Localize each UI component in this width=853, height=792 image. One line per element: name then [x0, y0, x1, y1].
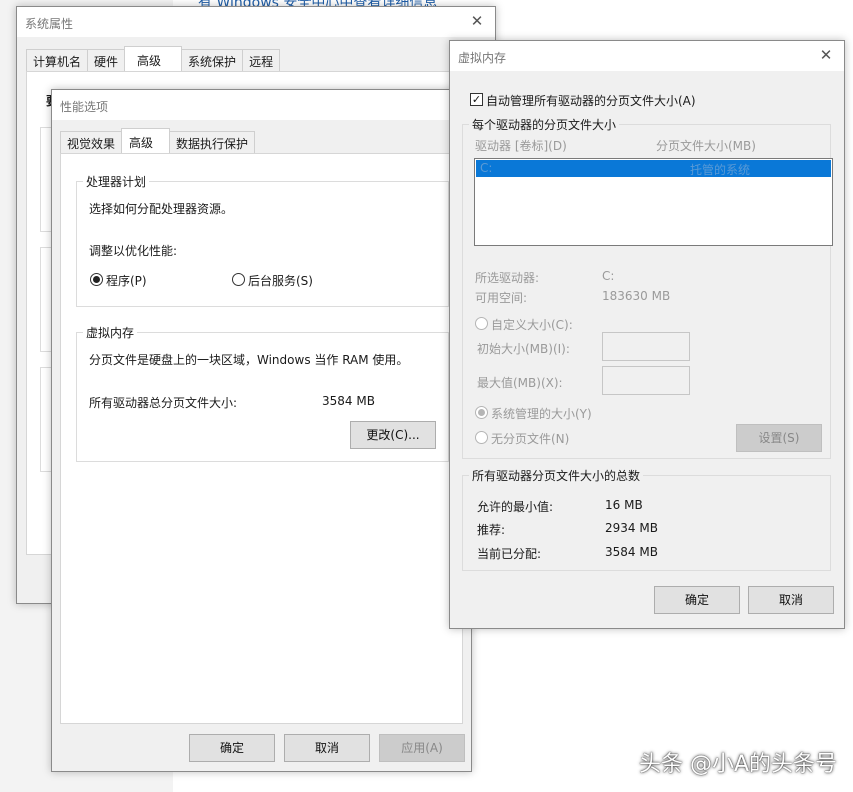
initial-size-label: 初始大小(MB)(I): — [477, 342, 570, 356]
virtual-memory-window: 虚拟内存 ✕ ✓ 自动管理所有驱动器的分页文件大小(A) 每个驱动器的分页文件大… — [449, 40, 845, 629]
virtual-memory-title: 虚拟内存 — [458, 51, 507, 65]
tab-advanced-perf[interactable]: 高级 — [121, 128, 171, 153]
tab-dep[interactable]: 数据执行保护 — [169, 131, 256, 153]
virtual-memory-group: 虚拟内存 分页文件是硬盘上的一块区域，Windows 当作 RAM 使用。 所有… — [76, 324, 449, 462]
background-services-radio[interactable] — [232, 273, 245, 286]
per-drive-group: 每个驱动器的分页文件大小 驱动器 [卷标](D) 分页文件大小(MB) C: 托… — [462, 116, 833, 459]
tab-system-protection[interactable]: 系统保护 — [181, 49, 244, 71]
drive-column-header: 驱动器 [卷标](D) — [475, 139, 567, 153]
initial-size-input[interactable] — [602, 332, 690, 361]
per-drive-group-title: 每个驱动器的分页文件大小 — [469, 116, 620, 133]
performance-options-tabs: 视觉效果 高级 数据执行保护 — [60, 128, 256, 153]
vm-cancel-button[interactable]: 取消 — [748, 586, 834, 614]
free-space-label: 可用空间: — [475, 291, 528, 305]
system-managed-radio[interactable] — [475, 406, 488, 419]
perf-ok-button[interactable]: 确定 — [189, 734, 275, 762]
virtual-memory-group-title: 虚拟内存 — [83, 324, 138, 341]
free-space-value: 183630 MB — [602, 289, 671, 303]
auto-manage-label[interactable]: 自动管理所有驱动器的分页文件大小(A) — [486, 92, 696, 109]
current-label: 当前已分配: — [477, 547, 542, 561]
programs-radio[interactable] — [90, 273, 103, 286]
drive-list-row-size: 托管的系统 — [690, 163, 751, 177]
recommended-label: 推荐: — [477, 523, 506, 537]
max-size-input[interactable] — [602, 366, 690, 395]
system-properties-tabs: 计算机名 硬件 高级 系统保护 远程 — [26, 46, 281, 71]
system-properties-titlebar: 系统属性 ✕ — [17, 7, 495, 37]
auto-manage-checkbox[interactable]: ✓ — [470, 93, 483, 106]
selected-drive-label: 所选驱动器: — [475, 271, 540, 285]
perf-cancel-button[interactable]: 取消 — [284, 734, 370, 762]
performance-options-titlebar: 性能选项 — [52, 90, 471, 120]
performance-options-title: 性能选项 — [60, 100, 109, 114]
drive-list-row[interactable]: C: 托管的系统 — [476, 160, 831, 177]
max-size-label: 最大值(MB)(X): — [477, 376, 563, 390]
drive-list-row-drive: C: — [480, 161, 493, 175]
processor-scheduling-group: 处理器计划 选择如何分配处理器资源。 调整以优化性能: 程序(P) 后台服务(S… — [76, 173, 449, 307]
tab-visual-effects[interactable]: 视觉效果 — [60, 131, 123, 153]
total-paging-value: 3584 MB — [322, 394, 375, 408]
totals-group-title: 所有驱动器分页文件大小的总数 — [469, 467, 644, 484]
totals-group: 所有驱动器分页文件大小的总数 允许的最小值: 16 MB 推荐: 2934 MB… — [462, 467, 831, 571]
change-button[interactable]: 更改(C)... — [350, 421, 436, 449]
tab-hardware[interactable]: 硬件 — [87, 49, 126, 71]
drive-list[interactable]: C: 托管的系统 — [474, 158, 833, 246]
total-paging-label: 所有驱动器总分页文件大小: — [89, 396, 238, 410]
selected-drive-value: C: — [602, 269, 615, 283]
size-column-header: 分页文件大小(MB) — [656, 139, 756, 153]
optimize-label: 调整以优化性能: — [89, 244, 178, 258]
system-properties-close-icon[interactable]: ✕ — [467, 11, 487, 31]
tab-advanced[interactable]: 高级 — [124, 46, 183, 71]
recommended-value: 2934 MB — [605, 521, 658, 535]
no-paging-label[interactable]: 无分页文件(N) — [491, 430, 569, 447]
no-paging-radio[interactable] — [475, 431, 488, 444]
min-label: 允许的最小值: — [477, 500, 554, 514]
perf-apply-button[interactable]: 应用(A) — [379, 734, 465, 762]
performance-options-panel: 处理器计划 选择如何分配处理器资源。 调整以优化性能: 程序(P) 后台服务(S… — [60, 153, 463, 724]
current-value: 3584 MB — [605, 545, 658, 559]
custom-size-radio[interactable] — [475, 317, 488, 330]
tab-remote[interactable]: 远程 — [242, 49, 281, 71]
watermark: 头条 @小A的头条号 — [638, 752, 837, 777]
background-services-label[interactable]: 后台服务(S) — [248, 272, 313, 289]
programs-label[interactable]: 程序(P) — [106, 272, 147, 289]
tab-computer-name[interactable]: 计算机名 — [26, 49, 89, 71]
virtual-memory-close-icon[interactable]: ✕ — [816, 45, 836, 65]
vm-ok-button[interactable]: 确定 — [654, 586, 740, 614]
virtual-memory-description: 分页文件是硬盘上的一块区域，Windows 当作 RAM 使用。 — [89, 353, 409, 367]
system-properties-title: 系统属性 — [25, 17, 74, 31]
custom-size-label[interactable]: 自定义大小(C): — [491, 316, 573, 333]
performance-options-window: 性能选项 视觉效果 高级 数据执行保护 处理器计划 选择如何分配处理器资源。 调… — [51, 89, 472, 772]
processor-scheduling-title: 处理器计划 — [83, 173, 150, 190]
set-button[interactable]: 设置(S) — [736, 424, 822, 452]
system-managed-label[interactable]: 系统管理的大小(Y) — [491, 405, 592, 422]
processor-description: 选择如何分配处理器资源。 — [89, 202, 234, 216]
virtual-memory-titlebar: 虚拟内存 ✕ — [450, 41, 844, 71]
min-value: 16 MB — [605, 498, 643, 512]
